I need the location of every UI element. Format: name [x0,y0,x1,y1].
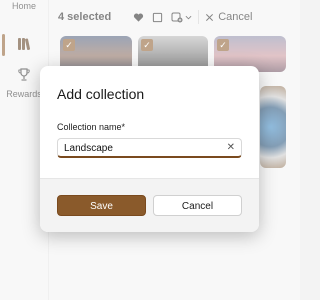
collection-name-label: Collection name* [57,122,126,132]
app-window: Home Rewards 4 selected Cancel ✓ ✓ ✓ Add… [0,0,300,300]
cancel-button[interactable]: Cancel [153,195,242,216]
dialog-footer: Save Cancel [40,178,259,232]
collection-name-field[interactable]: ✕ [57,138,242,158]
dialog-title: Add collection [57,86,145,102]
add-collection-dialog: Add collection Collection name* ✕ Save C… [40,66,259,232]
collection-name-input[interactable] [64,141,214,155]
save-button[interactable]: Save [57,195,146,216]
clear-icon[interactable]: ✕ [227,141,235,155]
